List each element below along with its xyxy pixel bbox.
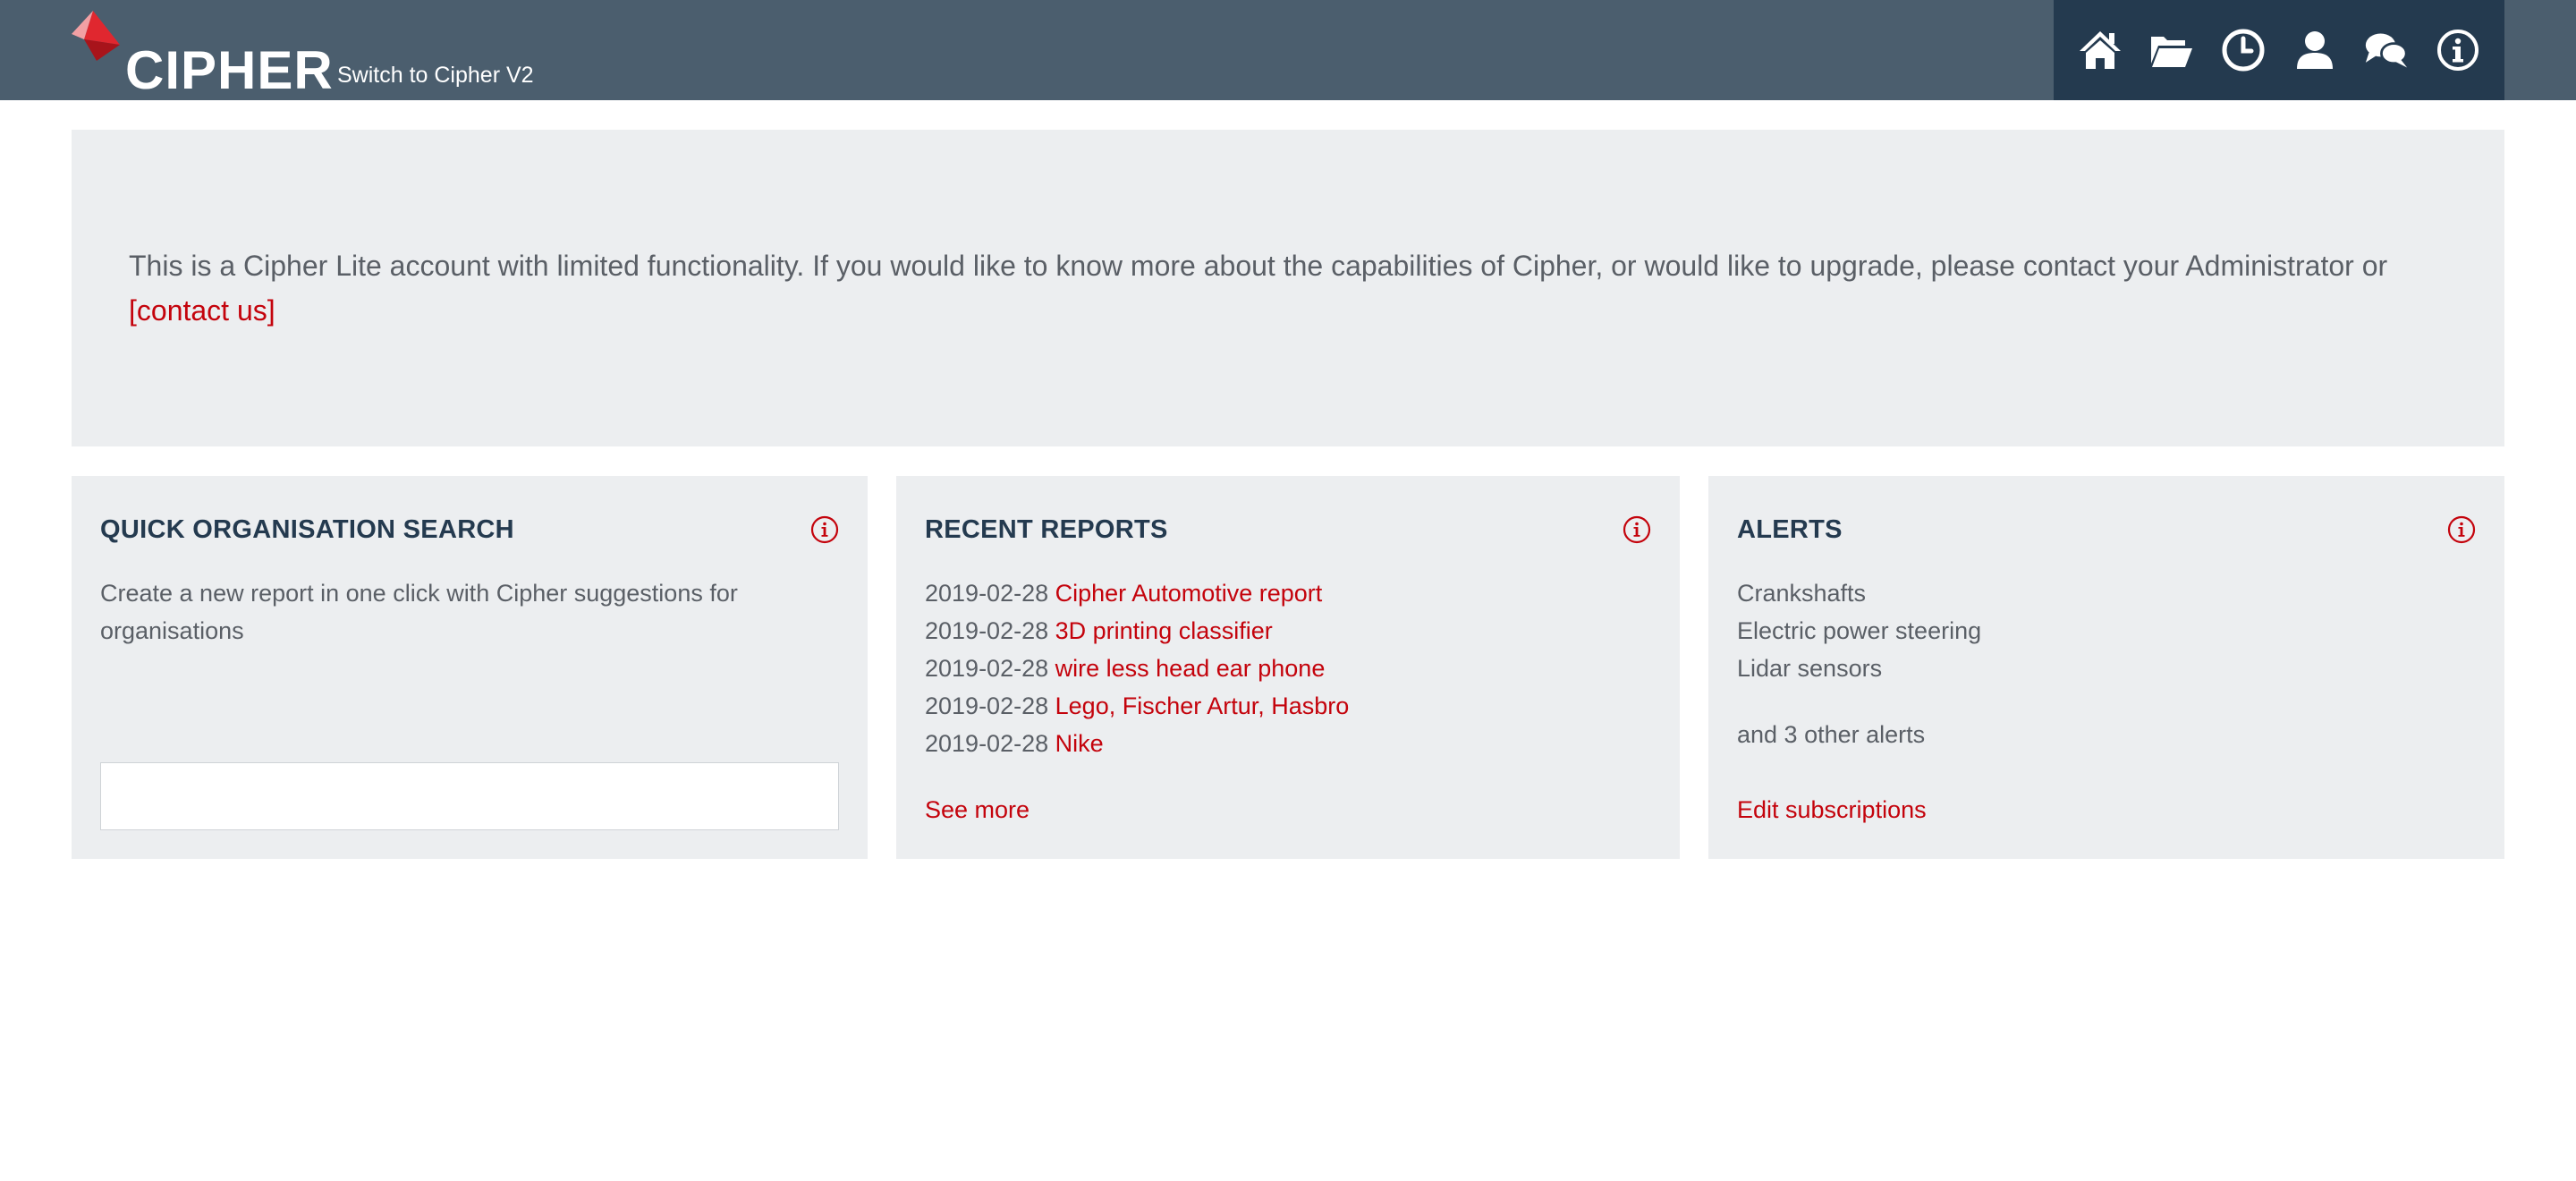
report-date: 2019-02-28 — [925, 730, 1049, 757]
report-row: 2019-02-28 Lego, Fischer Artur, Hasbro — [925, 687, 1651, 725]
alerts-card: ALERTS Crankshafts Electric power steeri… — [1708, 476, 2504, 859]
report-link[interactable]: Nike — [1055, 730, 1104, 757]
edit-subscriptions-link[interactable]: Edit subscriptions — [1737, 791, 1927, 828]
alert-item: Electric power steering — [1737, 617, 1982, 644]
card-header: QUICK ORGANISATION SEARCH — [100, 510, 839, 549]
card-title: RECENT REPORTS — [925, 515, 1168, 544]
chat-icon[interactable] — [2364, 28, 2409, 72]
report-list: 2019-02-28 Cipher Automotive report 2019… — [925, 574, 1651, 762]
info-icon[interactable] — [1623, 515, 1651, 544]
logo-mark-icon — [72, 11, 120, 61]
report-date: 2019-02-28 — [925, 580, 1049, 607]
top-bar: CIPHER Switch to Cipher V2 — [0, 0, 2576, 100]
cipher-logo[interactable]: CIPHER — [70, 9, 333, 100]
user-icon[interactable] — [2292, 28, 2337, 72]
report-link[interactable]: Cipher Automotive report — [1055, 580, 1323, 607]
report-date: 2019-02-28 — [925, 692, 1049, 719]
switch-to-v2-link[interactable]: Switch to Cipher V2 — [337, 61, 534, 89]
folder-open-icon[interactable] — [2149, 28, 2194, 72]
report-row: 2019-02-28 Nike — [925, 725, 1651, 762]
info-icon[interactable] — [2447, 515, 2476, 544]
lite-account-notice: This is a Cipher Lite account with limit… — [72, 130, 2504, 446]
report-link[interactable]: wire less head ear phone — [1055, 655, 1326, 682]
report-row: 2019-02-28 wire less head ear phone — [925, 650, 1651, 687]
notice-message: This is a Cipher Lite account with limit… — [129, 250, 2388, 282]
alerts-list: Crankshafts Electric power steering Lida… — [1737, 574, 2476, 753]
report-link[interactable]: 3D printing classifier — [1055, 617, 1273, 644]
recent-reports-card: RECENT REPORTS 2019-02-28 Cipher Automot… — [896, 476, 1680, 859]
logo-text: CIPHER — [125, 40, 334, 100]
card-header: RECENT REPORTS — [925, 510, 1651, 549]
quick-search-card: QUICK ORGANISATION SEARCH Create a new r… — [72, 476, 868, 859]
alert-item: Crankshafts — [1737, 580, 1867, 607]
notice-text-block: This is a Cipher Lite account with limit… — [129, 243, 2387, 333]
info-circle-icon[interactable] — [2436, 28, 2480, 72]
other-alerts-count: and 3 other alerts — [1737, 721, 1926, 748]
clock-icon[interactable] — [2221, 28, 2266, 72]
alert-item: Lidar sensors — [1737, 655, 1883, 682]
organisation-search-input[interactable] — [100, 762, 839, 830]
card-title: ALERTS — [1737, 515, 1843, 544]
quick-search-description: Create a new report in one click with Ci… — [100, 580, 738, 644]
home-icon[interactable] — [2078, 28, 2123, 72]
info-icon[interactable] — [810, 515, 839, 544]
report-row: 2019-02-28 3D printing classifier — [925, 612, 1651, 650]
report-date: 2019-02-28 — [925, 655, 1049, 682]
nav-icon-bar — [2054, 0, 2504, 100]
report-row: 2019-02-28 Cipher Automotive report — [925, 574, 1651, 612]
contact-us-link[interactable]: [contact us] — [129, 294, 275, 327]
card-header: ALERTS — [1737, 510, 2476, 549]
card-title: QUICK ORGANISATION SEARCH — [100, 515, 514, 544]
report-date: 2019-02-28 — [925, 617, 1049, 644]
report-link[interactable]: Lego, Fischer Artur, Hasbro — [1055, 692, 1350, 719]
see-more-link[interactable]: See more — [925, 791, 1030, 828]
